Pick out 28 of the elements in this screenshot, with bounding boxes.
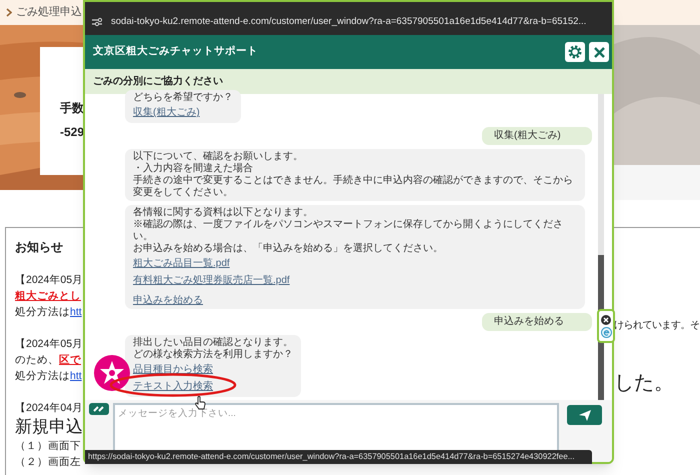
notice-line: 【2024年05月 <box>15 337 84 352</box>
chat-title: 文京区粗大ごみチャットサポート <box>93 44 259 60</box>
card-value: -529 <box>60 124 86 141</box>
message-text: 排出したい品目の確認となります。 <box>133 337 293 348</box>
notice-line: 【2024年04月 <box>15 401 84 416</box>
notice-line: 【2024年05月 <box>15 273 84 288</box>
message-text: 各情報に関する資料は以下となります。 <box>133 207 314 218</box>
user-message-bubble: 申込みを始める <box>482 313 592 331</box>
user-message-bubble: 収集(粗大ごみ) <box>482 127 592 145</box>
message-text: ・入力内容を間違えた場合 <box>133 163 254 174</box>
notice-line: 処分方法はhtt <box>15 305 83 320</box>
notice-line: けられています。そ <box>614 319 700 333</box>
notice-line: 処分方法はhtt <box>15 369 83 384</box>
message-text: どの様な検索方法を利用しますか？ <box>133 349 293 361</box>
chat-subtitle: ごみの分別にご協力ください <box>93 74 223 89</box>
notice-line: 粗大ごみとし <box>15 289 82 304</box>
card-label: 手数 <box>60 100 85 117</box>
message-text: 手続きの途中で変更することはできません。手続き中に申込内容の確認ができますので、そこから変更をしてください。 <box>133 175 574 199</box>
notice-line: （２）画面左 <box>15 455 82 470</box>
notice-line: （１）画面下 <box>15 439 82 454</box>
notice-heading: した。 <box>614 371 674 395</box>
message-text: ※確認の際は、一度ファイルをパソコンやスマートフォンに保存してから開くようにしてください。 <box>133 219 564 242</box>
notice-line: のため、区で <box>15 353 82 368</box>
message-text: 以下について、確認をお願いします。 <box>133 151 304 162</box>
message-text: お申込みを始める場合は、「申込みを始める」を選択してください。 <box>133 243 444 255</box>
notice-title: お知らせ <box>15 239 64 256</box>
message-text: どちらを希望ですか？ <box>133 92 233 104</box>
notice-heading: 新規申込 <box>15 416 84 438</box>
